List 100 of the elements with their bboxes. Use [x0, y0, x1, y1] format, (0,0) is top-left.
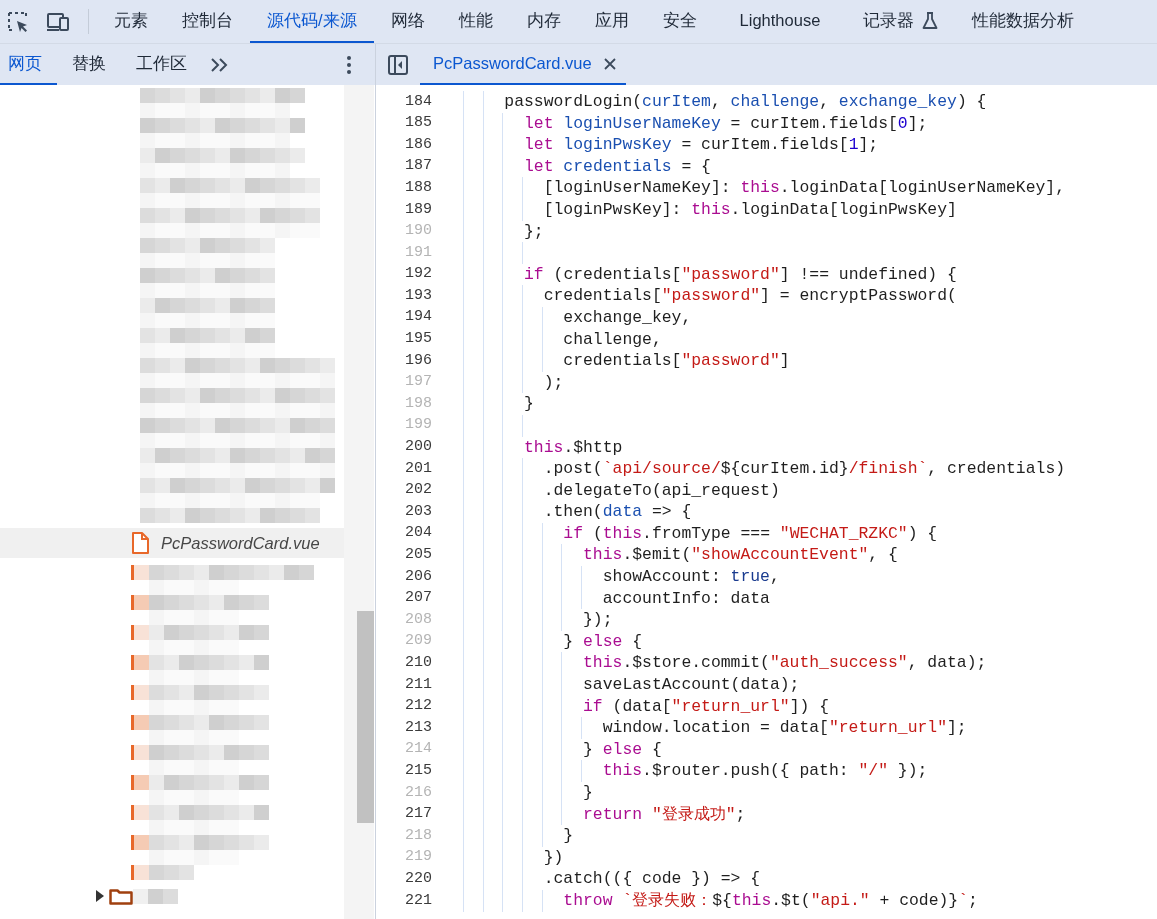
- code-line: saveLastAccount(data);: [582, 674, 800, 696]
- code-line: }: [582, 782, 593, 804]
- line-number: 214: [404, 739, 432, 760]
- code-line: this.$emit("showAccountEvent", {: [582, 544, 898, 567]
- line-number: 200: [404, 437, 432, 458]
- line-number: 188: [404, 177, 432, 198]
- line-number: 202: [404, 480, 432, 501]
- code-line: [loginUserNameKey]: this.loginData[loginUserNameKey],: [542, 177, 1066, 199]
- flask-icon: [922, 11, 939, 30]
- code-line: }: [523, 393, 534, 415]
- scrollbar-thumb[interactable]: [357, 611, 374, 823]
- more-options-icon[interactable]: [347, 55, 351, 74]
- more-tabs-icon[interactable]: [210, 56, 230, 73]
- line-number: 208: [404, 609, 432, 630]
- line-number: 194: [404, 307, 432, 328]
- code-line: });: [582, 609, 613, 631]
- code-line: let credentials = {: [523, 155, 711, 178]
- line-number: 204: [404, 523, 432, 544]
- file-tree-item[interactable]: PcPasswordCard.vue: [0, 528, 344, 558]
- code-line: if (data["return_url"]) {: [582, 695, 829, 718]
- code-line: exchange_key,: [562, 306, 692, 329]
- panel-tab[interactable]: 应用: [577, 0, 646, 43]
- line-number: 213: [404, 717, 432, 738]
- panel-tab[interactable]: 记录器: [846, 0, 956, 43]
- line-number: 186: [404, 134, 432, 155]
- code-line: showAccount: true,: [601, 566, 780, 588]
- line-number: 199: [404, 415, 432, 436]
- line-number: 196: [404, 350, 432, 371]
- line-number: 211: [404, 674, 432, 695]
- code-line: let loginUserNameKey = curItem.fields[0];: [523, 112, 928, 135]
- code-line: if (this.fromType === "WECHAT_RZKC") {: [562, 522, 938, 545]
- line-number: 205: [404, 545, 432, 565]
- line-number: 187: [404, 156, 432, 177]
- code-line: credentials["password"]: [562, 350, 790, 372]
- code-line: throw `登录失败：${this.$t("api." + code)}`;: [562, 889, 978, 912]
- code-line: .then(data => {: [542, 501, 692, 523]
- code-line: credentials["password"] = encryptPassword(: [542, 285, 957, 307]
- expand-arrow-icon[interactable]: [95, 890, 105, 902]
- code-line: challenge,: [562, 328, 662, 351]
- line-number: 220: [404, 868, 432, 889]
- code-line: return "登录成功";: [582, 803, 746, 826]
- line-number: 212: [404, 696, 432, 717]
- line-number: 207: [404, 588, 432, 609]
- line-number: 195: [404, 329, 432, 350]
- navigator-tab[interactable]: 替换: [57, 44, 121, 85]
- code-line: window.location = data["return_url"];: [601, 717, 967, 739]
- close-icon[interactable]: [603, 57, 616, 70]
- code-line: } else {: [562, 630, 643, 653]
- panel-tab[interactable]: Lighthouse: [713, 0, 847, 43]
- line-number: 197: [404, 372, 432, 393]
- line-number: 206: [404, 566, 432, 587]
- line-number: 201: [404, 458, 432, 479]
- line-number: 218: [404, 825, 432, 846]
- code-line: passwordLogin(curItem, challenge, exchange_key) {: [503, 91, 987, 113]
- line-number: 191: [404, 242, 432, 263]
- panel-tab[interactable]: 元素: [97, 0, 165, 43]
- navigator-tab[interactable]: 工作区: [121, 44, 202, 85]
- line-number: 189: [404, 199, 432, 220]
- panel-tab[interactable]: 性能数据分析: [955, 0, 1092, 43]
- code-line: this.$store.commit("auth_success", data);: [582, 652, 987, 675]
- panel-tab[interactable]: 网络: [373, 0, 442, 43]
- sidebar-toggle-icon[interactable]: [387, 53, 409, 76]
- line-number: 192: [404, 264, 432, 285]
- line-number: 219: [404, 847, 432, 868]
- code-line: .post(`api/source/${curItem.id}/finish`, credentials): [542, 458, 1066, 480]
- line-number: 185: [404, 113, 432, 134]
- code-line: let loginPwsKey = curItem.fields[1];: [523, 134, 879, 156]
- line-number: 210: [404, 653, 432, 673]
- code-line: }): [542, 846, 564, 869]
- line-number: 203: [404, 501, 432, 522]
- panel-tab[interactable]: 性能: [441, 0, 510, 43]
- code-line: [loginPwsKey]: this.loginData[loginPwsKey]: [542, 198, 957, 221]
- code-line: };: [523, 220, 544, 243]
- code-line: } else {: [582, 738, 662, 761]
- inspect-element-icon[interactable]: [7, 10, 29, 33]
- line-number: 221: [404, 890, 432, 911]
- panel-tab[interactable]: 安全: [645, 0, 714, 43]
- code-line: }: [562, 825, 574, 847]
- line-number: 190: [404, 221, 432, 242]
- code-line: .delegateTo(api_request): [542, 479, 780, 502]
- line-number: 216: [404, 782, 432, 803]
- code-line: .catch(({ code }) => {: [542, 868, 761, 890]
- code-line: );: [542, 371, 564, 394]
- code-line: this.$router.push({ path: "/" });: [601, 760, 928, 782]
- file-icon: [131, 532, 149, 554]
- code-line: if (credentials["password"] !== undefined) {: [523, 263, 957, 286]
- folder-icon: [109, 887, 133, 905]
- panel-tab[interactable]: 内存: [509, 0, 578, 43]
- line-number: 193: [404, 285, 432, 306]
- line-number: 215: [404, 760, 432, 781]
- device-toolbar-icon[interactable]: [46, 11, 70, 32]
- line-number: 209: [404, 631, 432, 652]
- file-tab[interactable]: PcPasswordCard.vue: [420, 44, 626, 85]
- pixelated-redaction: [133, 888, 178, 904]
- line-number: 217: [404, 804, 432, 825]
- panel-tab[interactable]: 控制台: [165, 0, 250, 43]
- code-line: accountInfo: data: [601, 587, 770, 610]
- navigator-tab[interactable]: 网页: [0, 44, 57, 85]
- line-number: 198: [404, 393, 432, 414]
- line-number: 184: [404, 91, 432, 112]
